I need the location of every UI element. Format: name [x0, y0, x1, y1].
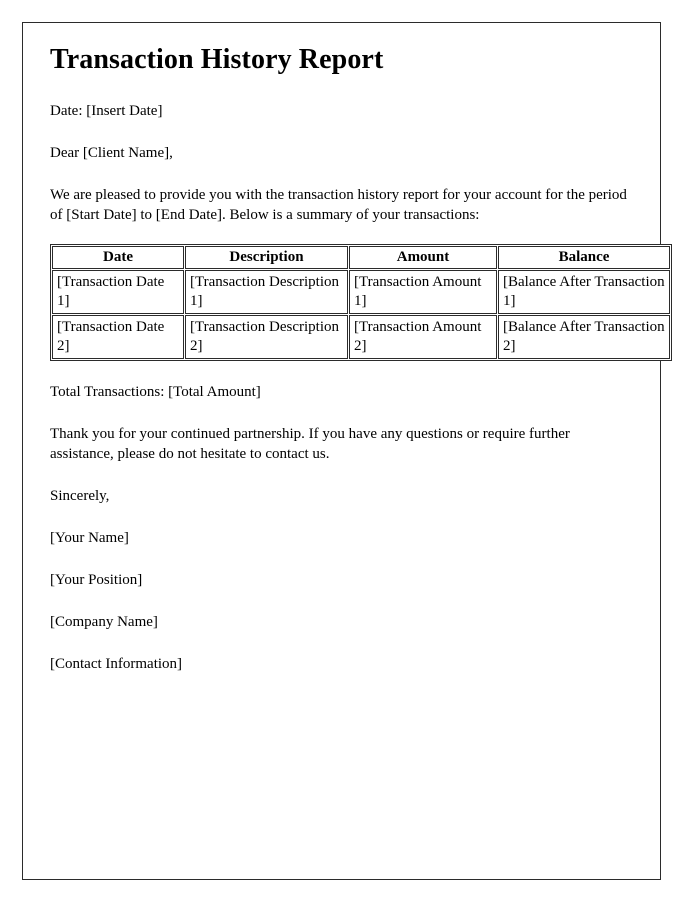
signature-company-name: [Company Name]	[50, 613, 158, 630]
total-transactions-line: Total Transactions: [Total Amount]	[50, 384, 261, 401]
transaction-table: Date Description Amount Balance [Transac…	[50, 243, 672, 362]
salutation-line: Dear [Client Name],	[50, 145, 173, 162]
table-header-row: Date Description Amount Balance	[52, 245, 670, 269]
table-row: [Transaction Date 1] [Transaction Descri…	[52, 269, 670, 315]
column-header-description: Description	[185, 245, 348, 269]
signoff-line: Sincerely,	[50, 487, 110, 504]
cell-description: [Transaction Description 1]	[185, 269, 348, 315]
signature-your-name: [Your Name]	[50, 529, 129, 546]
cell-balance: [Balance After Transaction 2]	[498, 315, 670, 360]
closing-paragraph: Thank you for your continued partnership…	[50, 426, 570, 463]
page-frame: Transaction History Report Date: [Insert…	[22, 22, 672, 880]
table-row: [Transaction Date 2] [Transaction Descri…	[52, 315, 670, 360]
column-header-date: Date	[52, 245, 184, 269]
column-header-amount: Amount	[349, 245, 497, 269]
page-title: Transaction History Report	[50, 44, 384, 75]
column-header-balance: Balance	[498, 245, 670, 269]
cell-description: [Transaction Description 2]	[185, 315, 348, 360]
cell-date: [Transaction Date 1]	[52, 269, 184, 315]
signature-your-position: [Your Position]	[50, 571, 143, 588]
cell-date: [Transaction Date 2]	[52, 315, 184, 360]
cell-balance: [Balance After Transaction 1]	[498, 269, 670, 315]
intro-paragraph: We are pleased to provide you with the t…	[50, 187, 627, 223]
cell-amount: [Transaction Amount 2]	[349, 315, 497, 360]
signature-contact-information: [Contact Information]	[50, 655, 183, 672]
date-line: Date: [Insert Date]	[50, 103, 163, 120]
cell-amount: [Transaction Amount 1]	[349, 269, 497, 315]
document-body: Transaction History Report Date: [Insert…	[50, 44, 672, 675]
